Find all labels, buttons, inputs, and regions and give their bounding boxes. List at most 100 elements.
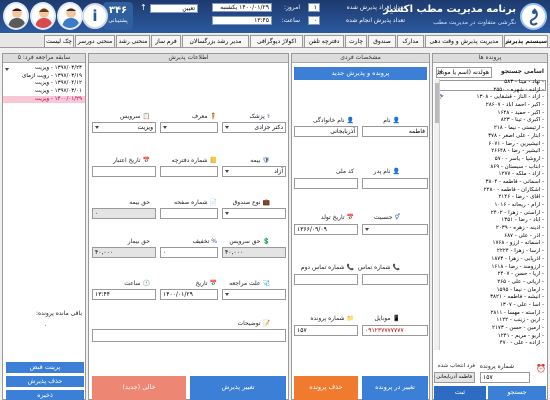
tab-head-curve[interactable]: منحنی دورسر [75, 35, 115, 47]
clear-new-button[interactable]: خالی (جدید) [92, 376, 186, 400]
alarm-icon[interactable]: ⏰ [536, 364, 546, 373]
tab-echography[interactable]: اکولاژ دیوگرافی [250, 35, 303, 47]
list-item[interactable]: ۱۳۹۷/۰۳/۲۳ - ویزیت [3, 65, 85, 73]
tab-checklist[interactable]: چک لیست [44, 35, 74, 47]
admission-date-field[interactable]: ۱۴۰۰/۰۱/۲۹ [160, 289, 218, 300]
list-item[interactable]: ۱۳۹۷/۰۳/۰۱ - ویزیت [3, 88, 85, 96]
list-item[interactable]: ۲۱۸ - آرتیستی - نیما - [434, 125, 546, 133]
referrer-select[interactable] [160, 122, 218, 133]
list-item[interactable]: ۳۸۲۱ - آنیشه - فاطمه - [434, 294, 546, 302]
tab-admission-system[interactable]: سیستم پذیرش [504, 35, 548, 47]
print-receipt-button[interactable]: پرینت قبض [6, 362, 84, 373]
mobile-field[interactable]: ۰۹۱۲۳۷۷۷۷۷۷۷ [362, 325, 428, 336]
secretary-user-icon[interactable] [30, 2, 56, 30]
edit-file-button[interactable]: تغییر در پرونده [362, 376, 428, 400]
service-select[interactable]: ویزیت [92, 122, 156, 133]
list-item[interactable]: ۲۸۶۰۷ - آکبر - احمد آباد - [434, 102, 546, 110]
list-item[interactable]: ۲۵۵۰ - آزاده - شهره - [434, 87, 546, 95]
visit-reason-select[interactable] [222, 289, 286, 300]
admission-time-field[interactable]: ۱۳:۴۴ [92, 289, 156, 300]
list-item[interactable]: ۱۶۴۸ - آکبر - حمید - [434, 110, 546, 118]
phone2-field[interactable] [294, 274, 358, 285]
list-item[interactable]: ۱۳۰۸ - آزاد - الناز - قشقایی - [434, 94, 546, 102]
page-number-field[interactable] [160, 208, 218, 219]
tab-admission-management[interactable]: مدیریت پذیرش و وقت دهی [425, 35, 503, 47]
file-number-field[interactable]: ۱۵۷ [480, 372, 530, 383]
list-item[interactable]: ۱۳۹۷/۰۳/۱۹ - رویت آزمای [3, 73, 85, 81]
list-item[interactable]: ۱۵۹۵ - آرمان - نیما - [434, 287, 546, 295]
edit-admission-button[interactable]: تغییر پذیرش [190, 376, 286, 400]
patient-list-scrollbar[interactable] [434, 79, 440, 350]
birth-date-field[interactable]: ۱۳۶۶/۰۹/۰۹ [294, 224, 358, 235]
notes-field[interactable] [92, 329, 286, 342]
history-list[interactable]: ۱۳۹۷/۰۳/۲۳ - ویزیت ۱۳۹۷/۰۳/۱۹ - رویت آزم… [3, 65, 85, 104]
new-file-button[interactable]: پرونده و پذیرش جدید [294, 67, 427, 80]
list-item[interactable]: ۱۸۷۳ - آذرپایی - زهرا - [434, 256, 546, 264]
delete-admission-button[interactable]: حذف پذیرش [6, 376, 84, 387]
national-code-field[interactable] [294, 178, 358, 189]
search-mode-select[interactable]: هولدنه (اسم یا موبایل) [436, 67, 492, 78]
register-button[interactable]: ثبت [434, 386, 486, 400]
tab-chart[interactable]: چارت [345, 35, 367, 47]
list-item[interactable]: ۶۸۷ - آذر - علی - [434, 233, 546, 241]
list-item[interactable]: ۱۲۴۱ - آریو - مریم - [434, 333, 546, 341]
tab-adult-growth[interactable]: مدیر رشد بزرگسالان [182, 35, 249, 47]
list-item[interactable]: ۲۴۰۲ - آراستی - زهرا - [434, 210, 546, 218]
list-item[interactable]: ۴۷۰ - آزاده - علی - [434, 340, 546, 348]
list-item[interactable]: ۳۷۸ - آبتار - علی اصغر - [434, 133, 546, 141]
list-item[interactable]: ۱۴۰۰/۰۱/۲۹ - ویزیت [3, 95, 85, 104]
user-arrow-icon[interactable]: ↑ [140, 3, 147, 12]
list-item[interactable]: ۱۳۵۱ - آباد - رضا - [434, 217, 546, 225]
list-item[interactable]: ۳۸۰۴ - آسمانی - فاطمه - [434, 179, 546, 187]
list-item[interactable]: ۱۲۷۷ - آزاد - ملکه - [434, 171, 546, 179]
gender-select[interactable] [362, 224, 428, 235]
discount-field[interactable]: ۰ [160, 247, 218, 258]
list-item[interactable]: ۲۲۸۰ - آشکاران - فاطمه - [434, 187, 546, 195]
mobile-icon: 📱 [392, 315, 400, 322]
list-item[interactable]: ۲۰۳۹ - آدینه - زهره - [434, 225, 546, 233]
list-item[interactable]: ۲۲۲۴ - آرسا - زهرا - [434, 248, 546, 256]
file-number-field-2[interactable]: ۱۵۷ [294, 325, 358, 336]
user-icon: 👤 [346, 117, 354, 124]
cashbox-select[interactable] [222, 208, 286, 219]
tab-cashbox[interactable]: صندوق [368, 35, 396, 47]
service-icon: 📋 [142, 113, 150, 120]
booklet-field[interactable] [160, 166, 218, 177]
insurance-select[interactable]: آزاد [222, 166, 286, 177]
list-item[interactable]: ۵۸۳ - نهاد - مینا - [434, 79, 546, 87]
phone-field[interactable] [362, 274, 428, 285]
tab-phonebook[interactable]: دفترچه تلفن [304, 35, 344, 47]
delete-file-button[interactable]: حذف پرونده [294, 376, 358, 400]
first-name-field[interactable]: فاطمه [362, 126, 428, 137]
last-name-field[interactable]: آذربایجانی [294, 126, 358, 137]
list-item[interactable]: ۱۷۶۸ - آسمانه - آرزو - [434, 240, 546, 248]
tab-form-builder[interactable]: فرم ساز [151, 35, 181, 47]
list-item[interactable]: ۱۳۹۷/۰۴/۱۲ - ویزیت [3, 80, 85, 88]
list-item[interactable]: ۲۶۶۴۸ - آثیشیر - رضا - [434, 148, 546, 156]
info-icon[interactable]: i [82, 3, 108, 29]
list-item[interactable]: ۲۴۰۷ - آریا - حسن - [434, 271, 546, 279]
validity-field[interactable] [92, 166, 156, 177]
doctor-user-icon[interactable] [57, 2, 83, 30]
list-item[interactable]: ۱۳۰۷ - آسا - علی - [434, 302, 546, 310]
patient-list[interactable]: ۵۸۳ - نهاد - مینا - ۲۵۵۰ - آزاده - شهره … [434, 79, 546, 350]
list-item[interactable]: ۸۲۳ - آکبری - تینا - [434, 117, 546, 125]
patient-user-icon[interactable] [3, 2, 29, 30]
list-item[interactable]: ۲۸۱۱ - آراسته - مهسا - [434, 310, 546, 318]
list-item[interactable]: ۱۰۱۶ - آرام - ریحانه - [434, 202, 546, 210]
doctor-select[interactable]: دکتر جزادی [222, 122, 286, 133]
list-item[interactable]: ۱۱۲۲ - آرین - زینب - [434, 317, 546, 325]
tab-growth-curve[interactable]: منحنی رشد [116, 35, 150, 47]
list-item[interactable]: ۱۶۱۸ - آرزومند - رضا - [434, 264, 546, 272]
list-item[interactable]: ۲۱۴۶ - آقای - رضا - [434, 194, 546, 202]
list-item[interactable]: ۲۶۵ - آریانی - علی - [434, 279, 546, 287]
tab-documents[interactable]: مدارک [397, 35, 424, 47]
father-name-field[interactable] [362, 178, 428, 189]
search-button[interactable]: جستجو [488, 386, 546, 400]
save-button[interactable]: ذخیره [6, 390, 84, 400]
list-item[interactable]: ۵۷۰ - آروشیا - یاسر - [434, 156, 546, 164]
list-item[interactable]: ۶۰۷۱ - آنیشیرین - رضا - [434, 141, 546, 149]
user-field[interactable]: تعیین [150, 4, 198, 13]
list-item[interactable]: ۲۱۷۳ - آرمین - حسن - [434, 325, 546, 333]
list-item[interactable]: ۸۶۹ - آبتاب - سیستان - [434, 164, 546, 172]
